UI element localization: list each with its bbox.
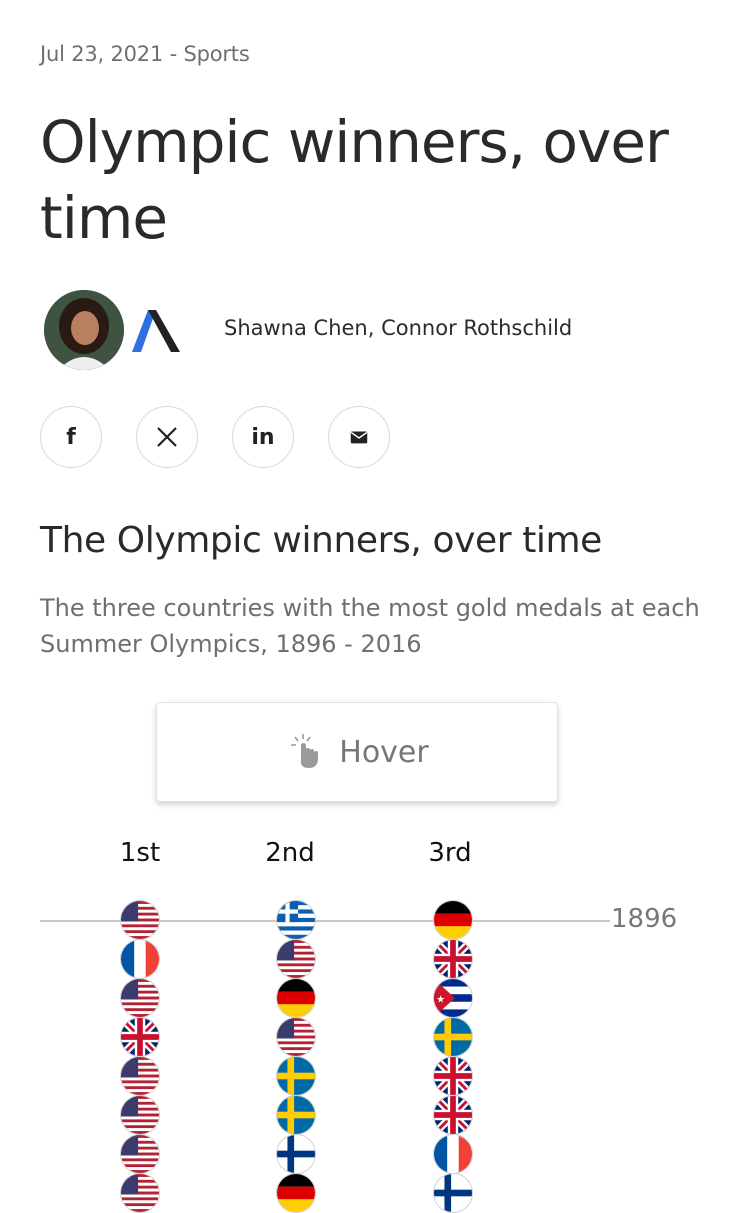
rank-1st: 1st	[119, 838, 161, 868]
usa-flag-icon[interactable]	[120, 1056, 160, 1096]
sweden-flag-icon[interactable]	[433, 1017, 473, 1057]
sweden-flag-icon[interactable]	[276, 1056, 316, 1096]
uk-flag-icon[interactable]	[120, 1017, 160, 1057]
year-label: 1896	[611, 904, 678, 934]
rank-3rd: 3rd	[428, 838, 472, 868]
cuba-flag-icon[interactable]	[433, 978, 473, 1018]
france-flag-icon[interactable]	[120, 939, 160, 979]
usa-flag-icon[interactable]	[120, 1173, 160, 1213]
chart-title: The Olympic winners, over time	[40, 520, 602, 561]
axios-logo	[128, 304, 184, 354]
usa-flag-icon[interactable]	[276, 939, 316, 979]
finland-flag-icon[interactable]	[276, 1134, 316, 1174]
email-icon	[350, 431, 368, 444]
germany-flag-icon[interactable]	[433, 900, 473, 940]
x-share-button[interactable]	[136, 406, 198, 468]
germany-flag-icon[interactable]	[276, 978, 316, 1018]
article-title: Olympic winners, over time	[40, 108, 669, 252]
greece-flag-icon[interactable]	[276, 900, 316, 940]
france-flag-icon[interactable]	[433, 1134, 473, 1174]
usa-flag-icon[interactable]	[120, 900, 160, 940]
facebook-icon: f	[66, 424, 76, 450]
facebook-share-button[interactable]: f	[40, 406, 102, 468]
usa-flag-icon[interactable]	[120, 1095, 160, 1135]
x-icon	[157, 427, 177, 447]
author-avatar[interactable]	[44, 290, 124, 370]
linkedin-share-button[interactable]: in	[232, 406, 294, 468]
hover-button[interactable]: Hover	[156, 702, 558, 802]
hover-label: Hover	[339, 734, 429, 770]
chart-description: The three countries with the most gold m…	[40, 594, 700, 658]
uk-flag-icon[interactable]	[433, 1056, 473, 1096]
sweden-flag-icon[interactable]	[276, 1095, 316, 1135]
germany-flag-icon[interactable]	[276, 1173, 316, 1213]
rank-2nd: 2nd	[265, 838, 315, 868]
usa-flag-icon[interactable]	[120, 978, 160, 1018]
article-meta: Jul 23, 2021 - Sports	[40, 42, 250, 66]
article-authors[interactable]: Shawna Chen, Connor Rothschild	[224, 316, 572, 340]
email-share-button[interactable]	[328, 406, 390, 468]
usa-flag-icon[interactable]	[120, 1134, 160, 1174]
usa-flag-icon[interactable]	[276, 1017, 316, 1057]
uk-flag-icon[interactable]	[433, 1095, 473, 1135]
linkedin-icon: in	[251, 424, 275, 450]
pointer-hand-icon	[291, 734, 319, 768]
finland-flag-icon[interactable]	[433, 1173, 473, 1213]
uk-flag-icon[interactable]	[433, 939, 473, 979]
